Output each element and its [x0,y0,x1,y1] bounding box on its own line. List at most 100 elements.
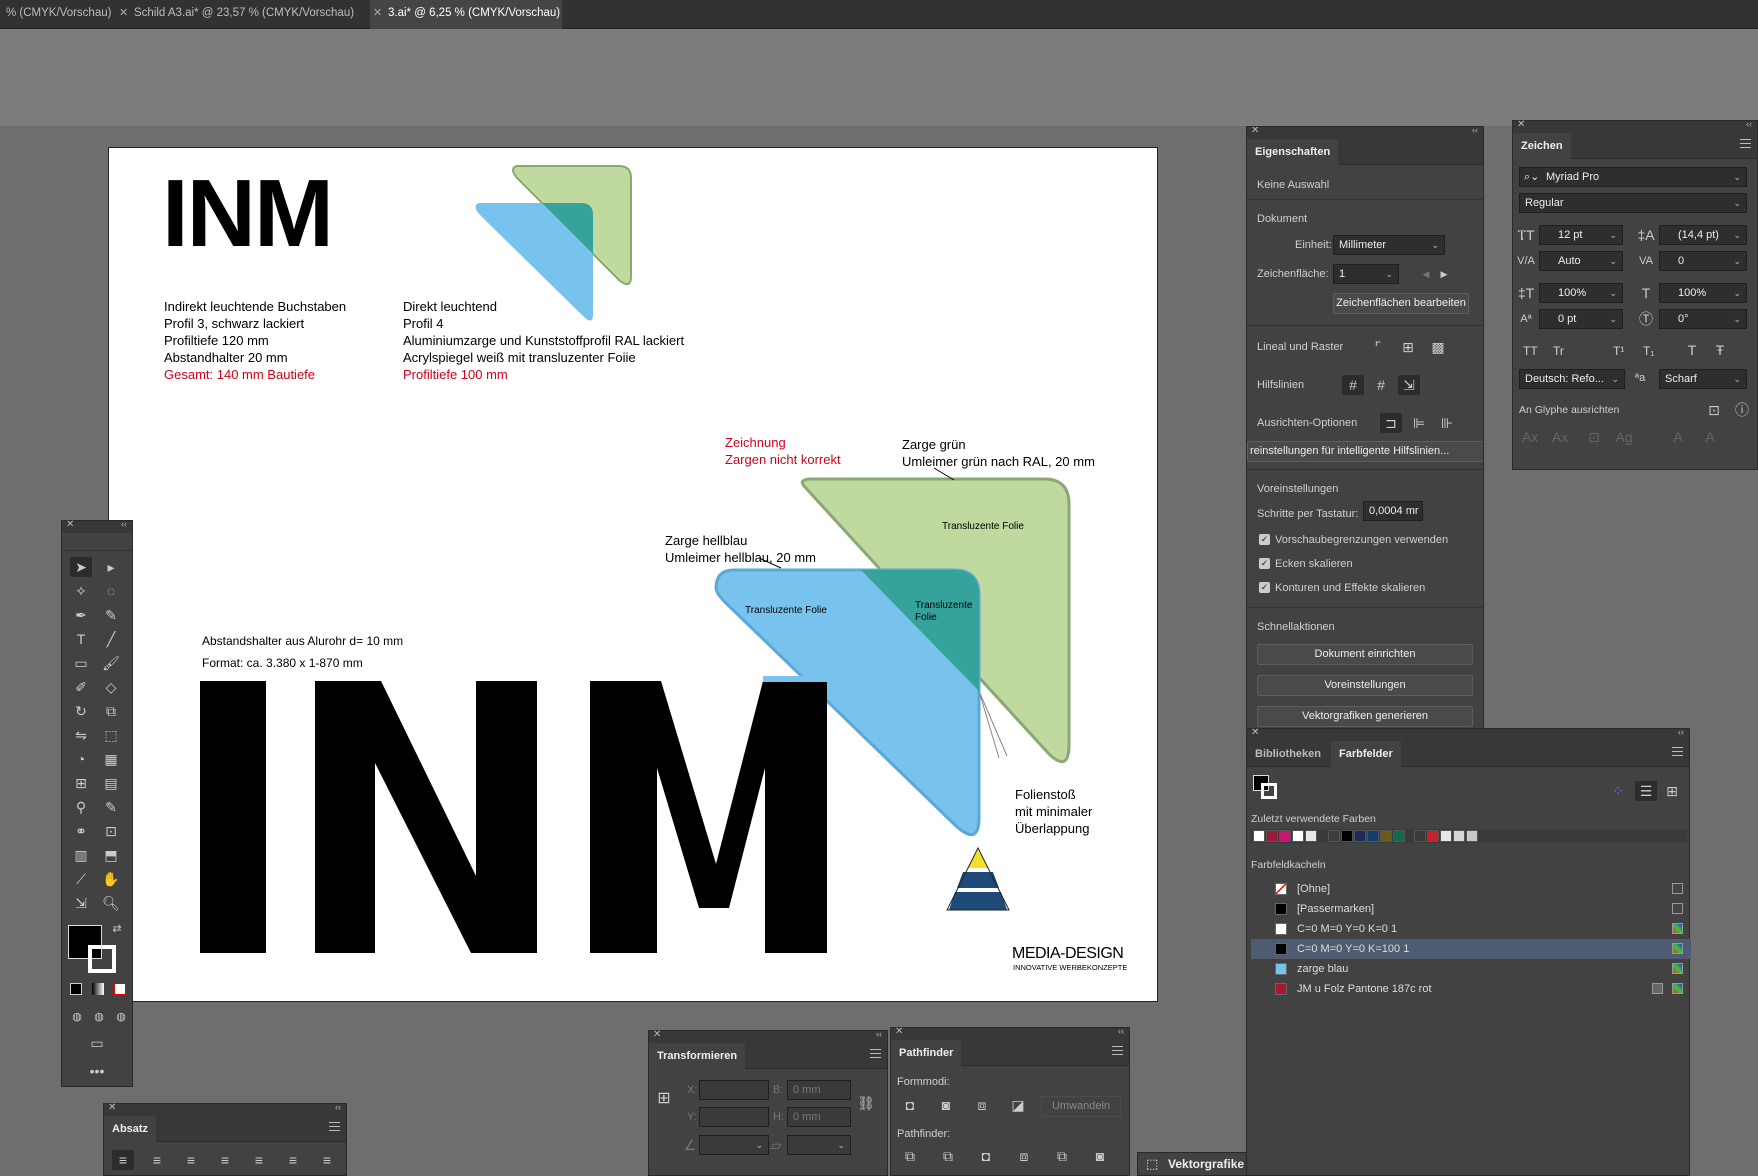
y-field[interactable] [699,1107,769,1127]
swatch-row-white[interactable]: C=0 M=0 Y=0 K=0 1 [1251,919,1691,939]
align-left-icon[interactable]: ≡ [112,1150,134,1170]
recent-color-swatch[interactable] [1328,830,1340,842]
smart-guides-prefs-button[interactable]: reinstellungen für intelligente Hilfslin… [1247,441,1483,462]
recent-color-swatch[interactable] [1414,830,1426,842]
stroke-color-swatch[interactable] [88,945,116,973]
expand-button[interactable]: Umwandeln [1041,1096,1121,1117]
x-field[interactable] [699,1080,769,1100]
keyboard-increment-field[interactable]: 0,0004 mr [1363,501,1423,521]
align-to-artboard-icon[interactable]: ⊪ [1436,413,1458,433]
snap-baseline-icon[interactable]: Ax [1519,427,1541,447]
perspective-grid-tool-icon[interactable]: ▦ [100,749,122,769]
next-artboard-icon[interactable]: ▶ [1433,264,1455,284]
lock-guides-icon[interactable]: # [1370,375,1392,395]
panel-menu-icon[interactable] [1112,1046,1123,1055]
line-tool-icon[interactable]: ╱ [100,629,122,649]
unite-icon[interactable]: ◘ [899,1095,921,1115]
horizontal-scale-field[interactable]: 100% ⌄ [1659,283,1747,303]
selection-tool-icon[interactable]: ➤ [70,557,92,577]
panel-menu-icon[interactable] [870,1049,881,1058]
close-icon[interactable]: ✕ [653,1029,661,1040]
collapse-icon[interactable]: ‹‹ [1678,727,1684,737]
recent-color-swatch[interactable] [1466,830,1478,842]
recent-color-swatch[interactable] [1380,830,1392,842]
ruler-icon[interactable]: ⌜ [1367,337,1389,357]
underline-icon[interactable]: T [1681,340,1703,360]
angle-field[interactable]: ⌄ [699,1135,769,1155]
strikethrough-icon[interactable]: Ŧ [1709,340,1731,360]
recent-color-swatch[interactable] [1453,830,1465,842]
recent-color-swatch[interactable] [1266,830,1278,842]
recent-color-swatch[interactable] [1367,830,1379,842]
exclude-icon[interactable]: ◪ [1007,1095,1029,1115]
panel-menu-icon[interactable] [329,1122,340,1131]
collapse-icon[interactable]: ‹‹ [876,1029,882,1039]
list-view-icon[interactable]: ☰ [1635,781,1657,801]
stroke-swatch[interactable] [1261,783,1277,799]
justify-all-icon[interactable]: ≡ [316,1150,338,1170]
snap-xheight-icon[interactable]: Ax [1549,427,1571,447]
tab-swatches[interactable]: Farbfelder [1331,741,1401,767]
reference-point-icon[interactable]: ⊞ [653,1089,675,1109]
baseline-shift-field[interactable]: 0 pt ⌄ [1539,309,1623,329]
preview-bounds-checkbox[interactable]: Vorschaubegrenzungen verwenden [1259,534,1448,546]
free-transform-tool-icon[interactable]: ⬚ [100,725,122,745]
screen-mode-icon[interactable]: ▭ [86,1033,108,1053]
grid-icon[interactable]: ⊞ [1397,337,1419,357]
shear-field[interactable]: ⌄ [787,1135,851,1155]
recent-color-swatch[interactable] [1354,830,1366,842]
graph-tool-icon[interactable]: ▥ [70,845,92,865]
preferences-button[interactable]: Voreinstellungen [1257,675,1473,696]
recent-color-swatch[interactable] [1279,830,1291,842]
justify-center-icon[interactable]: ≡ [248,1150,270,1170]
show-guides-icon[interactable]: # [1342,375,1364,395]
tab-character[interactable]: Zeichen [1513,133,1571,159]
gradient-tool-icon[interactable]: ▤ [100,773,122,793]
measure-tool-icon[interactable]: ✎ [100,797,122,817]
draw-behind-icon[interactable]: ◍ [88,1007,110,1027]
antialias-select[interactable]: Scharf ⌄ [1659,369,1747,389]
symbol-sprayer-tool-icon[interactable]: ⊡ [100,821,122,841]
slice-tool-icon[interactable]: ⟋ [70,869,92,889]
tracking-field[interactable]: 0 ⌄ [1659,251,1747,271]
minus-back-icon[interactable]: ◙ [1089,1146,1111,1166]
mesh-tool-icon[interactable]: ⊞ [70,773,92,793]
draw-inside-icon[interactable]: ◍ [110,1007,132,1027]
trim-icon[interactable]: ⧉ [937,1146,959,1166]
tab-properties[interactable]: Eigenschaften [1247,139,1339,165]
font-size-field[interactable]: 12 pt ⌄ [1539,225,1623,245]
recent-color-swatch[interactable] [1393,830,1405,842]
eyedropper-tool-icon[interactable]: ⚲ [70,797,92,817]
shaper-tool-icon[interactable]: ✐ [70,677,92,697]
vector-panel-tab[interactable]: ⬚ Vektorgrafike [1137,1152,1257,1176]
width-tool-icon[interactable]: ⇋ [70,725,92,745]
close-icon[interactable]: ✕ [373,0,382,27]
generate-vectors-button[interactable]: Vektorgrafiken generieren [1257,706,1473,727]
swatch-row-black[interactable]: C=0 M=0 Y=0 K=100 1 [1251,939,1691,959]
minus-front-icon[interactable]: ◙ [935,1095,957,1115]
swatch-row-pantone-rot[interactable]: JM u Folz Pantone 187c rot [1251,979,1691,999]
edit-artboards-button[interactable]: Zeichenflächen bearbeiten [1333,293,1469,314]
color-mode-icon[interactable] [70,983,82,995]
font-style-select[interactable]: Regular ⌄ [1519,193,1747,213]
justify-right-icon[interactable]: ≡ [282,1150,304,1170]
curvature-tool-icon[interactable]: ✎ [100,605,122,625]
all-caps-button[interactable]: TT [1523,344,1538,358]
document-setup-button[interactable]: Dokument einrichten [1257,644,1473,665]
snap-anchor-icon[interactable]: A [1699,427,1721,447]
close-icon[interactable]: ✕ [119,0,128,27]
collapse-icon[interactable]: ‹‹ [121,519,127,529]
none-mode-icon[interactable] [114,983,126,995]
recent-color-swatch[interactable] [1440,830,1452,842]
scale-corners-checkbox[interactable]: Ecken skalieren [1259,558,1353,570]
collapse-icon[interactable]: ‹‹ [335,1102,341,1112]
font-family-select[interactable]: ⌕⌄ Myriad Pro ⌄ [1519,167,1747,187]
grid-view-icon[interactable]: ⊞ [1661,781,1683,801]
h-field[interactable]: 0 mm [787,1107,851,1127]
collapse-icon[interactable]: ‹‹ [1472,127,1478,135]
scale-strokes-checkbox[interactable]: Konturen und Effekte skalieren [1259,582,1425,594]
artboard-tool-icon[interactable]: ⬒ [100,845,122,865]
small-caps-button[interactable]: Tr [1553,344,1564,358]
recent-color-swatch[interactable] [1341,830,1353,842]
pen-tool-icon[interactable]: ✒ [70,605,92,625]
